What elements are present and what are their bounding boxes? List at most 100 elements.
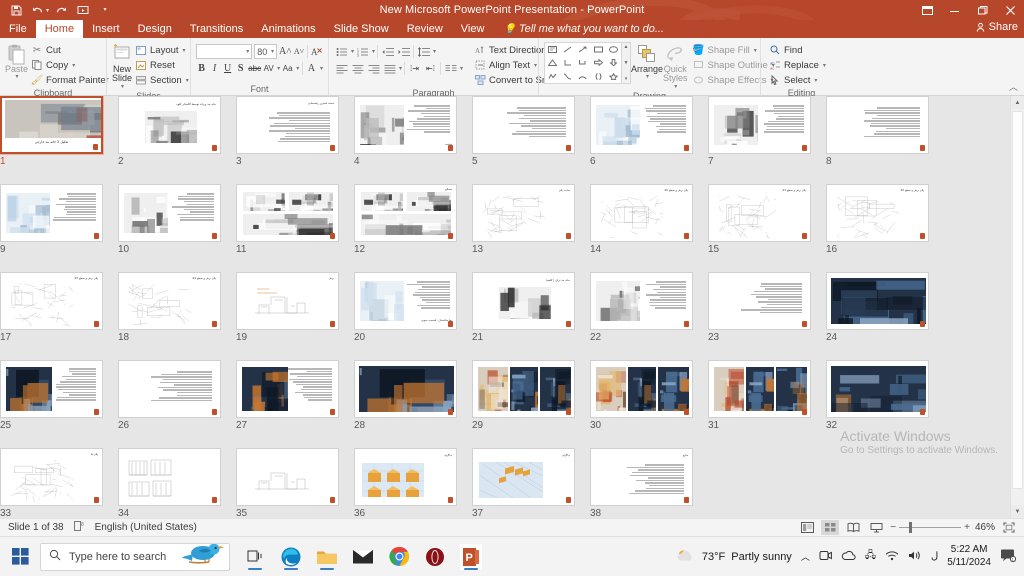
slide-canvas[interactable] (708, 360, 811, 418)
zoom-level-label[interactable]: 46% (975, 522, 995, 533)
underline-icon[interactable]: U (222, 61, 233, 76)
slide-thumbnail-13[interactable]: سایت پلان 13 (472, 184, 575, 255)
slide-thumbnail-29[interactable]: 29 (472, 360, 575, 431)
slide-canvas[interactable]: منابع (590, 448, 693, 506)
tab-animations[interactable]: Animations (252, 20, 324, 38)
change-case-caret-icon[interactable]: ▾ (296, 65, 299, 72)
undo-icon[interactable] (28, 1, 48, 19)
justify-icon[interactable] (382, 61, 397, 76)
slide-canvas[interactable] (236, 184, 339, 242)
slide-canvas[interactable]: برش (236, 272, 339, 330)
zoom-thumb[interactable] (909, 522, 913, 533)
undo-dropdown-caret[interactable]: ▾ (46, 7, 49, 14)
shape-line-icon[interactable] (563, 46, 572, 53)
tab-insert[interactable]: Insert (83, 20, 129, 38)
shape-brace-icon[interactable] (594, 72, 603, 80)
format-painter-button[interactable]: 🖌 Format Painter (28, 73, 112, 87)
slide-count-label[interactable]: Slide 1 of 38 (8, 522, 64, 533)
fit-to-window-button[interactable] (1000, 520, 1018, 535)
view-reading-button[interactable] (844, 520, 862, 535)
powerpoint-icon[interactable]: P (460, 543, 482, 570)
view-slide-sorter-button[interactable] (821, 520, 840, 535)
slide-canvas[interactable]: خانه مد تران | کلمبیا (472, 272, 575, 330)
shapes-gallery-scrollbar[interactable]: ▲ ▼ ▾ (622, 42, 631, 84)
slide-thumbnail-21[interactable]: خانه مد تران | کلمبیا 21 (472, 272, 575, 343)
increase-font-size-icon[interactable]: A˄ (279, 44, 292, 59)
slide-thumbnail-24[interactable]: 24 (826, 272, 929, 343)
slide-thumbnail-14[interactable]: پلان برش و سطح 00 14 (590, 184, 693, 255)
scroll-down-icon[interactable]: ▼ (1011, 505, 1024, 518)
decrease-font-size-icon[interactable]: A˅ (294, 44, 304, 59)
task-view-button[interactable] (244, 544, 266, 570)
notes-indicator-icon[interactable]: 8 (73, 521, 85, 534)
slide-canvas[interactable]: سایت پلان (472, 184, 575, 242)
slide-canvas[interactable] (118, 448, 221, 506)
slide-thumbnail-38[interactable]: منابع 38 (590, 448, 693, 518)
strikethrough-icon[interactable]: abc (248, 61, 261, 76)
slide-thumbnail-30[interactable]: 30 (590, 360, 693, 431)
font-name-caret-icon[interactable]: ▾ (246, 48, 249, 55)
tab-home[interactable]: Home (35, 20, 84, 38)
slide-canvas[interactable] (826, 96, 929, 154)
start-slideshow-icon[interactable] (73, 1, 93, 19)
slide-canvas[interactable] (236, 448, 339, 506)
shape-fill-caret-icon[interactable]: ▾ (754, 47, 757, 54)
slide-thumbnail-17[interactable]: پلان برش و سطح 03 17 (0, 272, 103, 343)
tab-design[interactable]: Design (129, 20, 181, 38)
slide-sorter-pane[interactable]: تحلیل 2 خانه مد خارجی 1 خانه مد ورباند توس… (0, 96, 1024, 518)
shape-textbox-icon[interactable] (548, 46, 558, 54)
wifi-icon[interactable] (885, 550, 899, 564)
clear-formatting-icon[interactable]: A (311, 44, 323, 59)
arrange-caret-icon[interactable]: ▾ (646, 74, 649, 80)
slide-thumbnail-19[interactable]: برش 19 (236, 272, 339, 343)
shape-triangle-icon[interactable] (548, 59, 558, 67)
save-icon[interactable] (6, 1, 26, 19)
slide-canvas[interactable] (590, 272, 693, 330)
tell-me-search[interactable]: 💡 Tell me what you want to do... (493, 20, 664, 38)
slide-thumbnail-2[interactable]: خانه مد ورباند توسط گلاسائر کئوه 2 (118, 96, 221, 167)
restore-button[interactable] (968, 0, 996, 20)
numbering-caret-icon[interactable]: ▾ (372, 48, 375, 55)
file-explorer-icon[interactable] (316, 544, 338, 570)
slide-thumbnail-36[interactable]: دیاگرام 36 (354, 448, 457, 518)
slide-canvas[interactable]: مقدمه (354, 96, 457, 154)
slide-thumbnail-34[interactable]: 34 (118, 448, 221, 518)
layout-caret-icon[interactable]: ▾ (183, 47, 186, 54)
copy-caret-icon[interactable]: ▾ (72, 62, 75, 69)
slide-thumbnail-18[interactable]: پلان برش و سطح 04 18 (118, 272, 221, 343)
taskbar-search-box[interactable]: Type here to search (40, 542, 230, 571)
slide-canvas[interactable] (472, 360, 575, 418)
slide-canvas[interactable] (590, 360, 693, 418)
minimize-button[interactable] (940, 0, 968, 20)
tab-view[interactable]: View (452, 20, 494, 38)
columns-layout-icon[interactable] (443, 61, 458, 76)
align-text-caret-icon[interactable]: ▾ (534, 62, 537, 69)
tab-file[interactable]: File (0, 20, 36, 38)
increase-indent-icon[interactable] (396, 44, 411, 59)
shape-arrow-icon[interactable] (578, 46, 587, 53)
tab-transitions[interactable]: Transitions (181, 20, 252, 38)
change-case-icon[interactable]: Aa (282, 61, 293, 76)
shape-elbow-connector-icon[interactable] (578, 59, 587, 66)
character-spacing-caret-icon[interactable]: ▾ (277, 65, 280, 72)
shape-corner-icon[interactable] (563, 59, 572, 66)
shape-oval-icon[interactable] (608, 46, 618, 53)
italic-icon[interactable]: I (209, 61, 220, 76)
font-color-caret-icon[interactable]: ▾ (320, 65, 323, 72)
slide-thumbnail-5[interactable]: 5 (472, 96, 575, 167)
notifications-icon[interactable]: 1 (1000, 548, 1017, 565)
paste-caret-icon[interactable]: ▾ (16, 74, 19, 80)
zoom-out-button[interactable]: − (890, 522, 896, 533)
columns-icon[interactable]: ⁞⇥ (407, 61, 422, 76)
replace-caret-icon[interactable]: ▾ (823, 62, 826, 69)
slide-pane-scrollbar[interactable]: ▲ ▼ (1010, 96, 1024, 518)
font-size-input[interactable]: 80 ▾ (254, 44, 277, 59)
view-normal-button[interactable] (798, 520, 816, 535)
shapes-gallery-more-icon[interactable]: ▾ (625, 76, 628, 82)
layout-button[interactable]: Layout ▾ (132, 43, 192, 57)
mail-icon[interactable] (352, 544, 374, 570)
reset-button[interactable]: Reset (132, 58, 192, 72)
select-button[interactable]: Select ▾ (766, 73, 829, 87)
slide-thumbnail-26[interactable]: 26 (118, 360, 221, 431)
character-spacing-icon[interactable]: AV (263, 61, 274, 76)
